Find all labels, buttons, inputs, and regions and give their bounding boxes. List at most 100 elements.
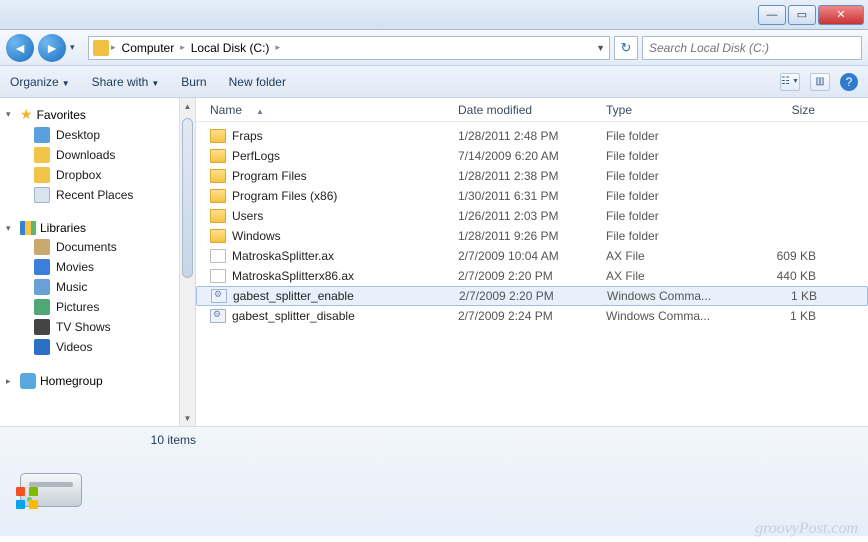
file-type: AX File bbox=[600, 269, 722, 283]
sidebar-item-videos[interactable]: Videos bbox=[6, 337, 195, 357]
file-name: PerfLogs bbox=[232, 149, 280, 163]
file-date: 1/26/2011 2:03 PM bbox=[452, 209, 600, 223]
file-rows: Fraps1/28/2011 2:48 PMFile folderPerfLog… bbox=[196, 122, 868, 426]
library-icon bbox=[34, 259, 50, 275]
file-row[interactable]: Windows1/28/2011 9:26 PMFile folder bbox=[196, 226, 868, 246]
libraries-header[interactable]: ▾Libraries bbox=[6, 219, 195, 237]
favorites-header[interactable]: ▾★Favorites bbox=[6, 104, 195, 125]
folder-icon bbox=[34, 167, 50, 183]
window-titlebar: — ▭ ✕ bbox=[0, 0, 868, 30]
library-icon bbox=[34, 299, 50, 315]
sidebar-item-recent-places[interactable]: Recent Places bbox=[6, 185, 195, 205]
file-date: 1/30/2011 6:31 PM bbox=[452, 189, 600, 203]
sidebar-item-label: TV Shows bbox=[56, 320, 111, 334]
scroll-down-icon[interactable]: ▼ bbox=[180, 410, 195, 426]
file-date: 2/7/2009 2:20 PM bbox=[453, 289, 601, 303]
column-headers: Name▲ Date modified Type Size bbox=[196, 98, 868, 122]
library-icon bbox=[34, 339, 50, 355]
sidebar-item-tv-shows[interactable]: TV Shows bbox=[6, 317, 195, 337]
column-name[interactable]: Name▲ bbox=[204, 103, 452, 117]
search-box[interactable] bbox=[642, 36, 862, 60]
share-with-menu[interactable]: Share with▼ bbox=[92, 75, 160, 89]
file-row[interactable]: gabest_splitter_enable 2/7/2009 2:20 PMWi… bbox=[196, 286, 868, 306]
sidebar-item-label: Movies bbox=[56, 260, 94, 274]
navigation-pane: ▾★Favorites Desktop Downloads DropboxRecen… bbox=[0, 98, 196, 426]
item-count: 10 items bbox=[10, 433, 196, 447]
sidebar-item-pictures[interactable]: Pictures bbox=[6, 297, 195, 317]
breadcrumb-local-disk[interactable]: Local Disk (C:) bbox=[187, 41, 274, 55]
file-name: gabest_splitter_enable bbox=[233, 289, 354, 303]
breadcrumb-computer[interactable]: Computer bbox=[118, 41, 179, 55]
folder-icon bbox=[210, 229, 226, 243]
homegroup-icon bbox=[20, 373, 36, 389]
scroll-up-icon[interactable]: ▲ bbox=[180, 98, 195, 114]
file-row[interactable]: Program Files1/28/2011 2:38 PMFile folde… bbox=[196, 166, 868, 186]
file-type: AX File bbox=[600, 249, 722, 263]
sidebar-item-downloads[interactable]: Downloads bbox=[6, 145, 195, 165]
sidebar-item-documents[interactable]: Documents bbox=[6, 237, 195, 257]
file-type: File folder bbox=[600, 189, 722, 203]
sidebar-item-label: Videos bbox=[56, 340, 92, 354]
sidebar-item-desktop[interactable]: Desktop bbox=[6, 125, 195, 145]
organize-menu[interactable]: Organize▼ bbox=[10, 75, 70, 89]
file-date: 2/7/2009 2:20 PM bbox=[452, 269, 600, 283]
file-row[interactable]: Program Files (x86)1/30/2011 6:31 PMFile… bbox=[196, 186, 868, 206]
scroll-thumb[interactable] bbox=[182, 118, 193, 278]
close-button[interactable]: ✕ bbox=[818, 5, 864, 25]
file-size: 1 KB bbox=[723, 289, 823, 303]
sidebar-item-label: Downloads bbox=[56, 148, 115, 162]
address-dropdown-icon[interactable]: ▼ bbox=[596, 43, 605, 53]
maximize-button[interactable]: ▭ bbox=[788, 5, 816, 25]
file-date: 1/28/2011 9:26 PM bbox=[452, 229, 600, 243]
refresh-button[interactable]: ↻ bbox=[614, 36, 638, 60]
file-type: Windows Comma... bbox=[600, 309, 722, 323]
file-type: Windows Comma... bbox=[601, 289, 723, 303]
column-date-modified[interactable]: Date modified bbox=[452, 103, 600, 117]
view-mode-button[interactable]: ☷ ▼ bbox=[780, 73, 800, 91]
file-icon bbox=[210, 249, 226, 263]
command-bar: Organize▼ Share with▼ Burn New folder ☷ … bbox=[0, 66, 868, 98]
file-date: 2/7/2009 10:04 AM bbox=[452, 249, 600, 263]
new-folder-button[interactable]: New folder bbox=[229, 75, 286, 89]
file-row[interactable]: Fraps1/28/2011 2:48 PMFile folder bbox=[196, 126, 868, 146]
file-name: Users bbox=[232, 209, 263, 223]
file-row[interactable]: gabest_splitter_disable2/7/2009 2:24 PMW… bbox=[196, 306, 868, 326]
address-bar[interactable]: ▸ Computer ▸ Local Disk (C:) ▸ ▼ bbox=[88, 36, 610, 60]
file-size: 440 KB bbox=[722, 269, 822, 283]
sidebar-item-label: Documents bbox=[56, 240, 117, 254]
file-row[interactable]: PerfLogs7/14/2009 6:20 AMFile folder bbox=[196, 146, 868, 166]
preview-pane-button[interactable]: ▥ bbox=[810, 73, 830, 91]
search-input[interactable] bbox=[649, 41, 855, 55]
history-dropdown[interactable]: ▾ bbox=[70, 42, 84, 53]
sidebar-item-label: Music bbox=[56, 280, 87, 294]
forward-button[interactable]: ► bbox=[38, 34, 66, 62]
sidebar-item-music[interactable]: Music bbox=[6, 277, 195, 297]
file-row[interactable]: MatroskaSplitter.ax2/7/2009 10:04 AMAX F… bbox=[196, 246, 868, 266]
cmd-icon bbox=[210, 309, 226, 323]
minimize-button[interactable]: — bbox=[758, 5, 786, 25]
libraries-icon bbox=[20, 221, 36, 235]
column-type[interactable]: Type bbox=[600, 103, 722, 117]
file-date: 1/28/2011 2:48 PM bbox=[452, 129, 600, 143]
file-row[interactable]: Users 1/26/2011 2:03 PMFile folder bbox=[196, 206, 868, 226]
file-icon bbox=[210, 269, 226, 283]
homegroup-header[interactable]: ▸Homegroup bbox=[6, 371, 195, 391]
drive-icon bbox=[93, 40, 109, 56]
sidebar-scrollbar[interactable]: ▲ ▼ bbox=[179, 98, 195, 426]
folder-icon bbox=[210, 169, 226, 183]
breadcrumb-separator: ▸ bbox=[111, 42, 116, 53]
folder-icon bbox=[210, 189, 226, 203]
sidebar-item-movies[interactable]: Movies bbox=[6, 257, 195, 277]
homegroup-group: ▸Homegroup bbox=[6, 371, 195, 391]
column-size[interactable]: Size bbox=[722, 103, 822, 117]
back-button[interactable]: ◄ bbox=[6, 34, 34, 62]
file-type: File folder bbox=[600, 129, 722, 143]
file-type: File folder bbox=[600, 149, 722, 163]
file-type: File folder bbox=[600, 209, 722, 223]
watermark: groovyPost.com bbox=[755, 520, 858, 538]
sidebar-item-dropbox[interactable]: Dropbox bbox=[6, 165, 195, 185]
file-row[interactable]: MatroskaSplitterx86.ax2/7/2009 2:20 PMAX… bbox=[196, 266, 868, 286]
help-button[interactable]: ? bbox=[840, 73, 858, 91]
file-name: Windows bbox=[232, 229, 281, 243]
burn-button[interactable]: Burn bbox=[181, 75, 206, 89]
